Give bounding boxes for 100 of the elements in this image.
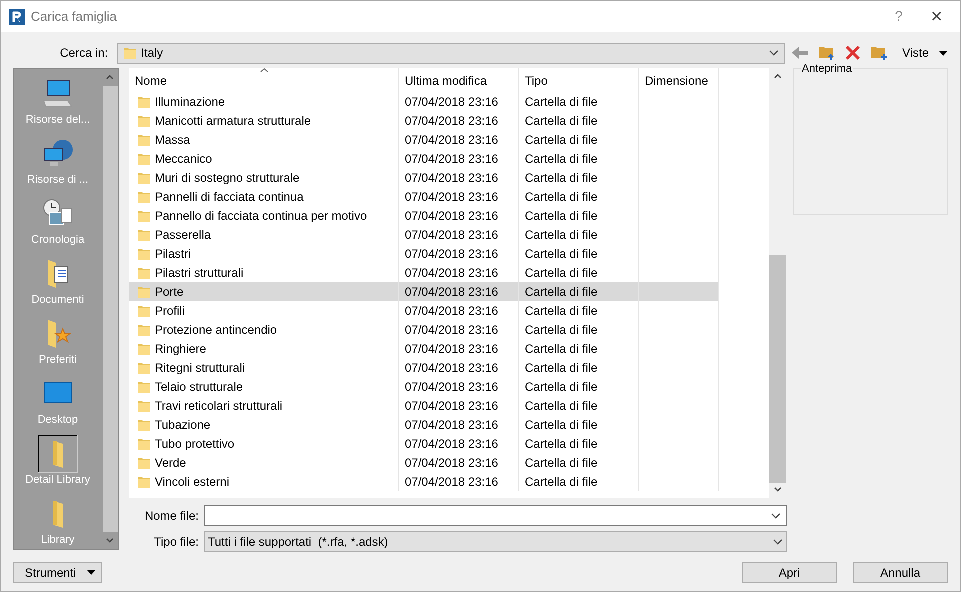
file-row[interactable]: Tubazione 07/04/2018 23:16 Cartella di file (129, 415, 719, 434)
file-type: Cartella di file (525, 132, 598, 148)
file-row[interactable]: Porte 07/04/2018 23:16 Cartella di file (129, 282, 719, 301)
scrollbar-thumb[interactable] (769, 255, 786, 483)
modified-date: 07/04/2018 23:16 (405, 208, 498, 224)
folder-icon (137, 304, 151, 318)
look-in-value: Italy (141, 45, 164, 62)
modified-date: 07/04/2018 23:16 (405, 112, 498, 130)
folder-icon (137, 360, 151, 374)
cancel-button[interactable]: Annulla (853, 562, 948, 583)
folder-icon (123, 46, 138, 60)
file-row[interactable]: Massa 07/04/2018 23:16 Cartella di file (129, 130, 719, 149)
scroll-down-icon[interactable] (106, 538, 114, 543)
modified-date: 07/04/2018 23:16 (405, 132, 498, 148)
file-type: Cartella di file (525, 436, 598, 452)
folder-icon (137, 474, 151, 488)
scroll-up-icon[interactable] (774, 74, 782, 79)
file-type: Cartella di file (525, 378, 598, 396)
file-type-label: Tipo file: (153, 534, 200, 550)
file-row[interactable]: Tubo protettivo 07/04/2018 23:16 Cartella di file (129, 434, 719, 453)
file-name-field[interactable] (204, 505, 787, 526)
file-row[interactable]: Pilastri 07/04/2018 23:16 Cartella di file (129, 244, 719, 263)
file-row[interactable]: Illuminazione 07/04/2018 23:16 Cartella di file (129, 92, 719, 111)
folder-icon (137, 322, 151, 336)
modified-date: 07/04/2018 23:16 (405, 264, 498, 282)
chevron-down-icon (768, 50, 779, 56)
folder-icon (137, 418, 151, 432)
look-in-label: Cerca in: (59, 45, 110, 62)
file-row[interactable]: Meccanico 07/04/2018 23:16 Cartella di file (129, 149, 719, 168)
sort-ascending-icon (260, 68, 269, 73)
file-name: Tubo protettivo (155, 436, 235, 452)
back-arrow-icon[interactable] (790, 46, 809, 60)
file-name: Protezione antincendio (155, 322, 278, 338)
file-name: Profili (155, 302, 186, 320)
help-button[interactable]: ? (884, 6, 914, 27)
views-button[interactable]: Viste (902, 44, 948, 62)
file-type: Cartella di file (525, 474, 598, 490)
folder-icon (137, 284, 151, 298)
look-in-dropdown[interactable]: Italy (117, 42, 785, 64)
window-title: Carica famiglia (31, 8, 117, 26)
scroll-down-icon[interactable] (774, 487, 782, 492)
folder-icon (137, 132, 151, 146)
file-row[interactable]: Manicotti armatura strutturale 07/04/2018 23:16 Cartella di file (129, 111, 719, 130)
folder-icon (137, 398, 151, 412)
modified-date: 07/04/2018 23:16 (405, 360, 498, 376)
folder-icon (137, 436, 151, 450)
file-type: Cartella di file (525, 454, 598, 472)
folder-icon (137, 152, 151, 166)
modified-date: 07/04/2018 23:16 (405, 246, 498, 262)
file-row[interactable]: Profili 07/04/2018 23:16 Cartella di file (129, 301, 719, 320)
file-type: Cartella di file (525, 340, 598, 358)
file-row[interactable]: Pannello di facciata continua per motivo 07/04/2018 23:16 Cartella di file (129, 206, 719, 225)
network-computer-icon (42, 139, 74, 169)
modified-date: 07/04/2018 23:16 (405, 170, 498, 186)
chevron-down-icon (773, 538, 783, 544)
folder-icon (137, 228, 151, 242)
file-row[interactable]: Pannelli di facciata continua 07/04/2018 23:16 Cartella di file (129, 187, 719, 206)
new-folder-icon[interactable] (870, 45, 888, 61)
file-name: Pilastri (155, 246, 192, 262)
file-type: Cartella di file (525, 94, 598, 110)
folder-icon (137, 190, 151, 204)
app-logo-icon (9, 8, 25, 24)
folder-up-icon[interactable] (818, 45, 836, 61)
column-header[interactable]: Ultima modifica (399, 68, 519, 92)
scroll-up-icon[interactable] (106, 75, 114, 80)
file-name: Verde (155, 454, 186, 472)
file-type: Cartella di file (525, 150, 598, 168)
folder-icon (137, 342, 151, 356)
column-header[interactable]: Dimensione (639, 68, 719, 92)
file-row[interactable]: Ringhiere 07/04/2018 23:16 Cartella di file (129, 339, 719, 358)
modified-date: 07/04/2018 23:16 (405, 340, 498, 358)
column-header[interactable]: Nome (129, 68, 399, 92)
places-label: Documenti (32, 293, 84, 307)
file-row[interactable]: Telaio strutturale 07/04/2018 23:16 Cartella di file (129, 377, 719, 396)
file-name: Vincoli esterni (155, 474, 230, 490)
file-type: Cartella di file (525, 170, 598, 186)
folder-icon (137, 380, 151, 394)
file-name: Pannelli di facciata continua (155, 188, 304, 206)
column-header[interactable]: Tipo (519, 68, 639, 92)
file-row[interactable]: Muri di sostegno strutturale 07/04/2018 23:16 Cartella di file (129, 168, 719, 187)
file-row[interactable]: Passerella 07/04/2018 23:16 Cartella di file (129, 225, 719, 244)
file-name: Muri di sostegno strutturale (155, 170, 300, 186)
delete-icon[interactable] (844, 45, 861, 61)
file-type: Cartella di file (525, 226, 598, 244)
open-button[interactable]: Apri (742, 562, 837, 583)
file-row[interactable]: Protezione antincendio 07/04/2018 23:16 Cartella di file (129, 320, 719, 339)
file-row[interactable]: Vincoli esterni 07/04/2018 23:16 Cartella di file (129, 472, 719, 491)
file-row[interactable]: Verde 07/04/2018 23:16 Cartella di file (129, 453, 719, 472)
file-row[interactable]: Travi reticolari strutturali 07/04/2018 23:16 Cartella di file (129, 396, 719, 415)
folder-icon (137, 266, 151, 280)
file-row[interactable]: Ritegni strutturali 07/04/2018 23:16 Cartella di file (129, 358, 719, 377)
file-type: Cartella di file (525, 208, 598, 224)
file-name-label: Nome file: (144, 508, 200, 524)
file-type-dropdown[interactable]: Tutti i file supportati (*.rfa, *.adsk) (204, 531, 787, 552)
modified-date: 07/04/2018 23:16 (405, 94, 498, 110)
file-name: Telaio strutturale (155, 378, 244, 396)
tools-button[interactable]: Strumenti (13, 562, 102, 583)
close-button[interactable]: × (914, 2, 960, 32)
file-name: Pilastri strutturali (155, 264, 244, 282)
folder-icon (137, 456, 151, 470)
